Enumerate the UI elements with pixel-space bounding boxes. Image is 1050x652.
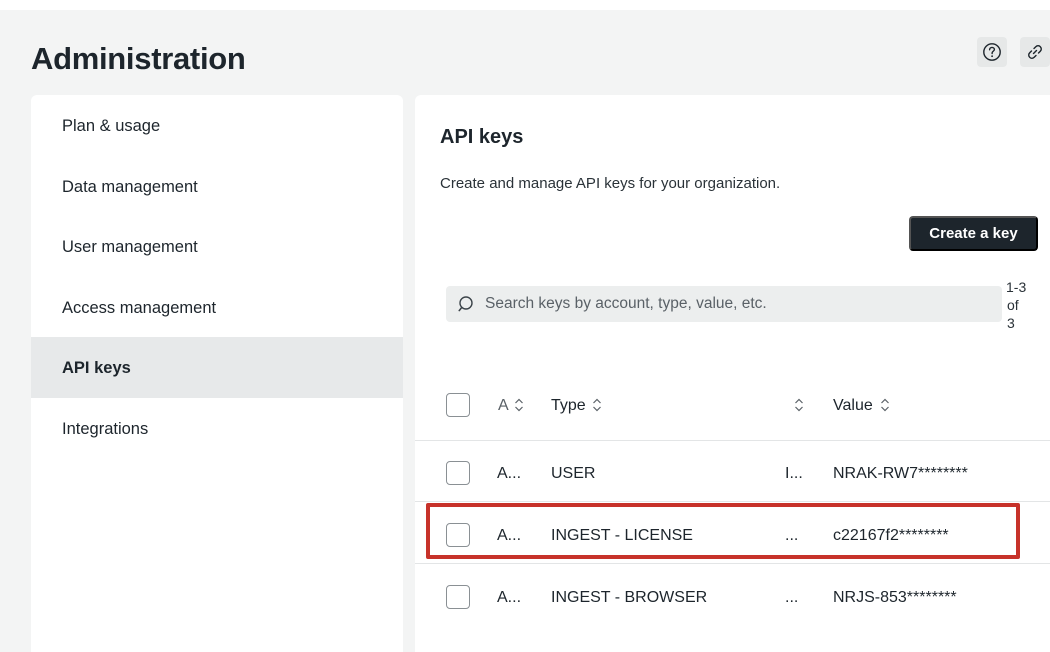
cell-truncated: ... [785,589,799,606]
api-keys-panel: API keys Create and manage API keys for … [415,95,1050,652]
cell-account: A... [497,465,522,482]
table-divider [415,501,1050,502]
admin-sidebar: Plan & usage Data management User manage… [31,95,403,652]
sidebar-item-plan-usage[interactable]: Plan & usage [31,95,403,156]
cell-type: INGEST - LICENSE [551,527,693,544]
column-header-value[interactable]: Value [833,397,873,415]
select-all-checkbox[interactable] [446,393,470,417]
sort-icon[interactable] [879,395,891,415]
cell-account: A... [497,589,522,606]
sidebar-item-label: User management [62,238,198,256]
section-title: API keys [440,126,524,148]
sidebar-item-label: Access management [62,299,217,317]
link-icon [1028,45,1042,59]
row-checkbox[interactable] [446,523,470,547]
cell-value: c22167f2******** [833,527,949,544]
help-button[interactable] [977,37,1007,67]
sidebar-item-label: Data management [62,178,198,196]
create-key-button[interactable]: Create a key [909,216,1038,251]
search-input[interactable] [485,295,985,313]
cell-account: A... [497,527,522,544]
sidebar-item-integrations[interactable]: Integrations [31,398,403,459]
column-header-account[interactable]: A [498,397,509,415]
sort-icon[interactable] [591,395,603,415]
sidebar-item-label: API keys [62,359,131,377]
cell-value: NRJS-853******** [833,589,957,606]
search-icon [458,295,473,311]
sort-icon[interactable] [513,395,525,415]
question-circle-icon [983,43,1001,61]
sidebar-item-label: Plan & usage [62,117,161,135]
cell-value: NRAK-RW7******** [833,465,968,482]
cell-truncated: I... [785,465,803,482]
cell-type: INGEST - BROWSER [551,589,708,606]
row-checkbox[interactable] [446,585,470,609]
sidebar-item-label: Integrations [62,420,149,438]
table-divider [415,563,1050,564]
table-divider [415,440,1050,441]
top-strip [0,0,1050,10]
page-title: Administration [31,41,246,76]
search-field[interactable] [446,286,1002,322]
sidebar-item-access-management[interactable]: Access management [31,277,403,338]
row-checkbox[interactable] [446,461,470,485]
sidebar-item-data-management[interactable]: Data management [31,156,403,217]
pagination-count: 1-3 of 3 [1006,278,1046,332]
link-button[interactable] [1020,37,1050,67]
pagination-range: 1-3 [1006,279,1027,295]
cell-type: USER [551,465,596,482]
column-header-type[interactable]: Type [551,397,586,415]
sort-icon[interactable] [793,395,805,415]
pagination-of: of [1007,297,1019,313]
sidebar-item-api-keys[interactable]: API keys [31,337,403,398]
sidebar-item-user-management[interactable]: User management [31,216,403,277]
section-description: Create and manage API keys for your orga… [440,175,781,192]
pagination-total: 3 [1007,315,1015,331]
cell-truncated: ... [785,527,799,544]
